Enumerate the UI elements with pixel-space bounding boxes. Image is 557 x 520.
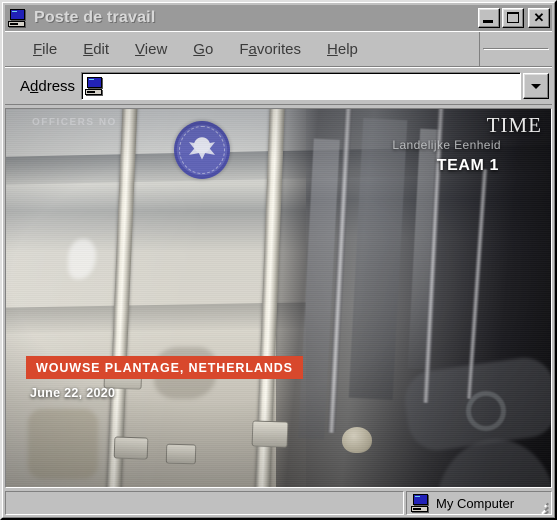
status-zone-pane[interactable]: My Computer xyxy=(406,491,552,515)
interior-knob-1 xyxy=(342,427,372,453)
title-bar[interactable]: Poste de travail ✕ xyxy=(5,5,552,31)
minimize-icon xyxy=(483,20,493,23)
door-rod-bracket-4 xyxy=(165,443,197,465)
overlay-unit-label: Landelijke Eenheid xyxy=(392,138,501,152)
my-computer-icon xyxy=(85,77,105,95)
resize-grip-icon[interactable] xyxy=(535,499,549,514)
window-title: Poste de travail xyxy=(34,9,156,26)
status-zone-label: My Computer xyxy=(436,495,515,511)
menu-bar-row: File Edit View Go Favorites Help xyxy=(5,31,552,67)
overlay-date-label: June 22, 2020 xyxy=(30,386,116,400)
menu-item-file[interactable]: File xyxy=(20,38,70,61)
overlay-network-logo: TIME xyxy=(486,113,542,137)
door-rod-bracket-3 xyxy=(113,436,149,460)
window-controls: ✕ xyxy=(478,8,550,28)
close-icon: ✕ xyxy=(533,10,545,25)
browser-window: Poste de travail ✕ File Edit View Go Fav… xyxy=(0,0,557,520)
close-button[interactable]: ✕ xyxy=(528,8,550,28)
overlay-location-banner: WOUWSE PLANTAGE, NETHERLANDS xyxy=(26,356,303,379)
address-input[interactable] xyxy=(105,75,520,97)
maximize-icon xyxy=(507,12,519,23)
overlay-top-left-faint: OFFICERS NO xyxy=(32,117,117,128)
maximize-button[interactable] xyxy=(502,8,524,28)
status-bar: My Computer xyxy=(5,491,552,515)
door-stain-lower xyxy=(28,409,98,479)
menu-item-favorites[interactable]: Favorites xyxy=(226,38,314,61)
minimize-button[interactable] xyxy=(478,8,500,28)
menu-item-go[interactable]: Go xyxy=(180,38,226,61)
my-computer-icon xyxy=(8,9,28,27)
menu-item-help[interactable]: Help xyxy=(314,38,371,61)
status-message-pane xyxy=(5,491,404,515)
blue-seal-emblem xyxy=(174,121,230,179)
door-rod-bracket-2 xyxy=(251,420,289,448)
menu-bar: File Edit View Go Favorites Help xyxy=(20,32,480,66)
overlay-team-label: TEAM 1 xyxy=(436,157,499,174)
window-inner: Poste de travail ✕ File Edit View Go Fav… xyxy=(2,2,555,518)
menu-item-edit[interactable]: Edit xyxy=(70,38,122,61)
ie-animated-logo[interactable] xyxy=(483,47,549,50)
address-dropdown-button[interactable] xyxy=(523,73,549,99)
video-still[interactable]: OFFICERS NO TIME Landelijke Eenheid TEAM… xyxy=(6,109,551,487)
content-area[interactable]: OFFICERS NO TIME Landelijke Eenheid TEAM… xyxy=(5,108,552,488)
my-computer-icon xyxy=(411,494,431,512)
chevron-down-icon xyxy=(531,84,541,89)
address-bar-row: Address xyxy=(5,67,552,105)
menu-item-view[interactable]: View xyxy=(122,38,180,61)
address-field[interactable] xyxy=(81,72,521,100)
address-label: Address xyxy=(20,77,76,95)
